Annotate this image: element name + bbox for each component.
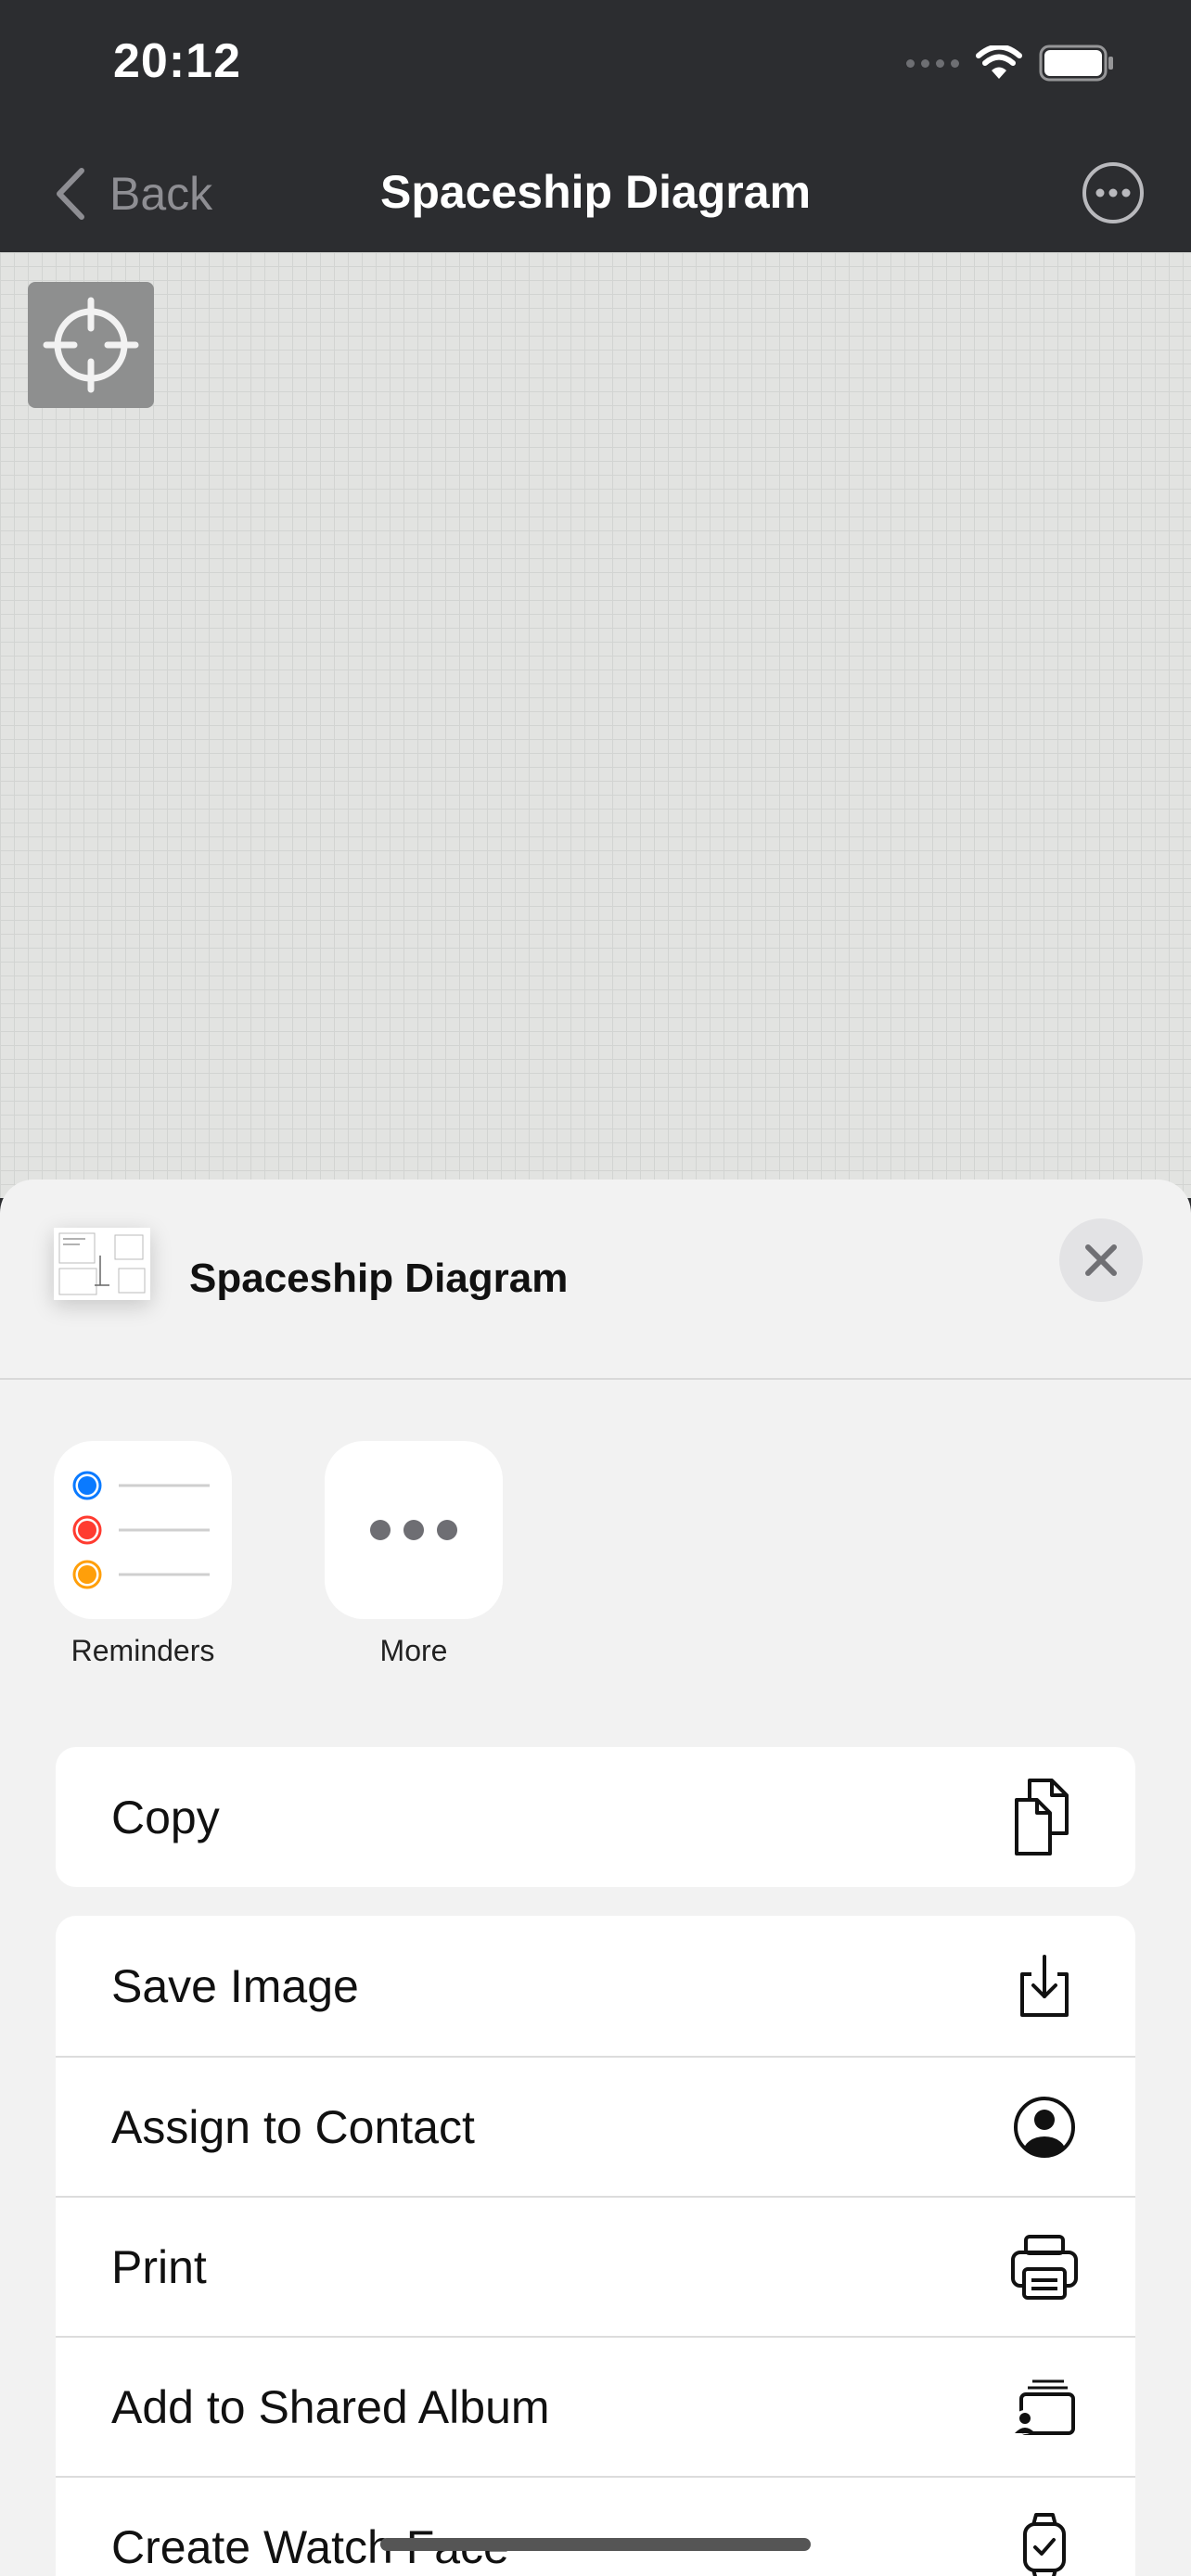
close-icon (1085, 1244, 1117, 1276)
action-label: Add to Shared Album (111, 2380, 550, 2433)
printer-icon (1009, 2232, 1080, 2302)
action-save-image[interactable]: Save Image (56, 1916, 1135, 2056)
contact-icon (1009, 2092, 1080, 2162)
copy-icon (1009, 1778, 1080, 1855)
share-sheet-title: Spaceship Diagram (189, 1256, 569, 1301)
save-image-icon (1009, 1951, 1080, 2021)
recenter-button[interactable] (28, 282, 154, 408)
shared-album-icon (1009, 2372, 1080, 2442)
action-create-watch-face[interactable]: Create Watch Face (56, 2476, 1135, 2576)
action-group-main: Save Image Assign to Contact Print Add t… (56, 1916, 1135, 2576)
more-dots-icon (325, 1441, 503, 1619)
app-label: Reminders (70, 1634, 215, 1667)
document-thumbnail (54, 1228, 150, 1300)
more-options-button[interactable] (1080, 159, 1146, 226)
diagram-canvas[interactable] (0, 252, 1191, 1198)
app-label: More (379, 1634, 448, 1667)
action-copy[interactable]: Copy (56, 1747, 1135, 1887)
reminders-app-icon (54, 1441, 232, 1619)
wifi-icon (976, 45, 1022, 79)
navigation-bar: Back Spaceship Diagram (0, 137, 1191, 252)
app-reminders[interactable]: Reminders (54, 1441, 232, 1668)
app-more[interactable]: More (325, 1441, 503, 1668)
status-time: 20:12 (113, 34, 241, 88)
page-title: Spaceship Diagram (379, 166, 812, 218)
action-label: Print (111, 2240, 207, 2293)
action-label: Copy (111, 1791, 220, 1843)
share-sheet: Spaceship Diagram Reminders More Copy Sa… (0, 1180, 1191, 2576)
watch-icon (1009, 2512, 1080, 2576)
action-assign-to-contact[interactable]: Assign to Contact (56, 2056, 1135, 2196)
status-indicators (906, 45, 1115, 82)
action-label: Assign to Contact (111, 2100, 475, 2153)
status-bar: 20:12 (0, 0, 1191, 137)
action-print[interactable]: Print (56, 2196, 1135, 2336)
home-indicator[interactable] (380, 2538, 811, 2551)
share-sheet-header: Spaceship Diagram (0, 1180, 1191, 1380)
battery-icon (1039, 45, 1113, 82)
action-label: Save Image (111, 1959, 359, 2012)
action-group-copy: Copy (56, 1747, 1135, 1887)
cellular-signal-icon (906, 58, 959, 68)
close-button[interactable] (1059, 1218, 1143, 1302)
ellipsis-circle-icon (1082, 162, 1144, 223)
action-add-to-shared-album[interactable]: Add to Shared Album (56, 2336, 1135, 2476)
share-apps-row: Reminders More (54, 1441, 503, 1668)
crosshair-icon (43, 297, 139, 393)
